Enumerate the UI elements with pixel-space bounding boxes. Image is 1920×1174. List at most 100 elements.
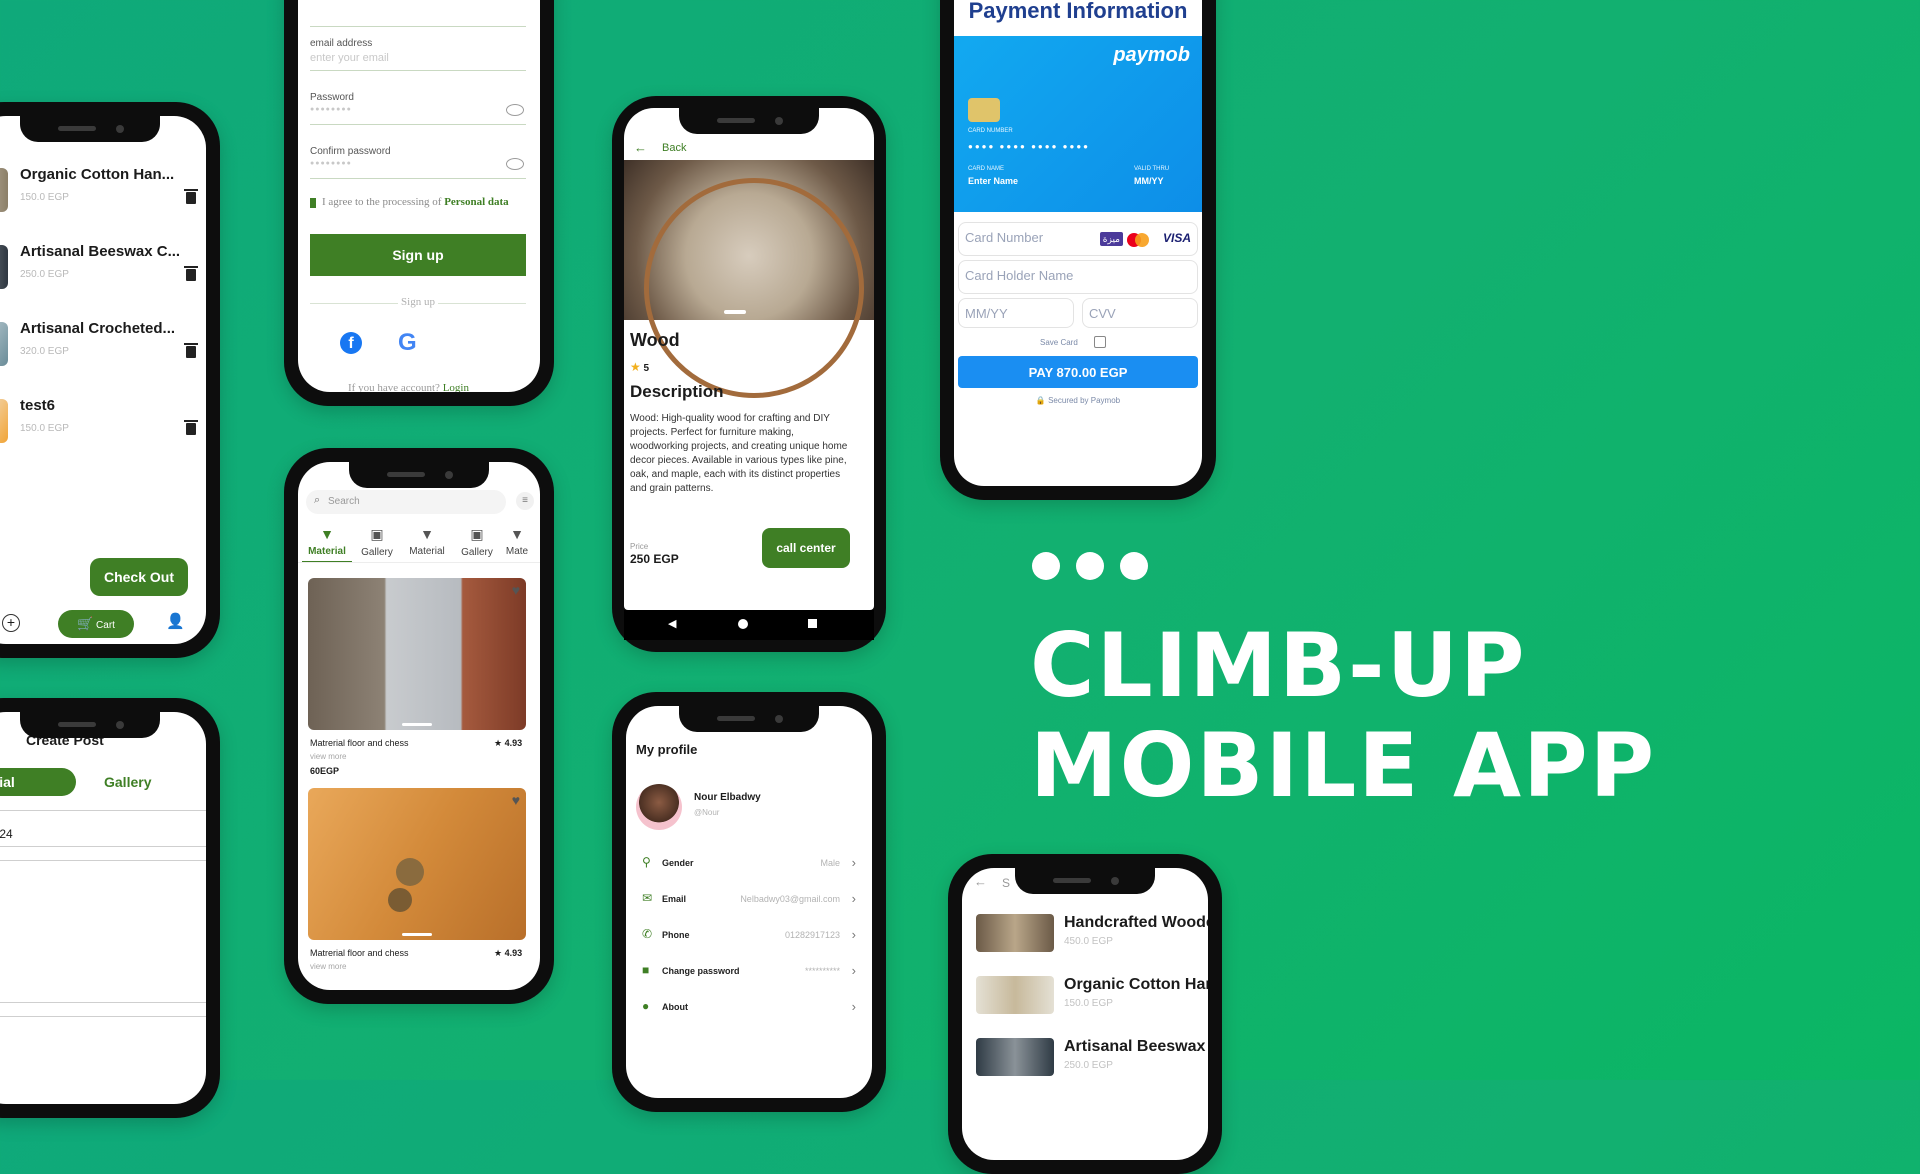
product-image[interactable]: ♥	[308, 788, 526, 940]
heart-icon[interactable]: ♥	[512, 792, 520, 808]
profile-row-change-password[interactable]: ■ Change password ********** ›	[642, 962, 858, 982]
category-material[interactable]: ▼ Material	[402, 526, 452, 557]
filter-icon[interactable]: ≡	[516, 492, 534, 510]
facebook-icon[interactable]: f	[340, 332, 362, 354]
back-arrow-icon[interactable]: ←	[634, 140, 647, 155]
call-center-button[interactable]: call center	[762, 528, 850, 568]
add-icon[interactable]: +	[2, 614, 20, 632]
product-list-phone: ← S Handcrafted Woode 450.0 EGP Organic …	[948, 854, 1222, 1174]
card-name-caption: CARD NAME	[968, 166, 1005, 172]
decor-shape	[396, 858, 424, 886]
password-label: Password	[310, 92, 354, 103]
leaf-icon: ▼	[320, 526, 334, 542]
heart-icon[interactable]: ♥	[512, 582, 520, 598]
expiry-input[interactable]: MM/YY	[958, 298, 1074, 328]
product-image[interactable]: ♥	[308, 578, 526, 730]
login-link[interactable]: Login	[443, 382, 469, 392]
trash-icon[interactable]	[184, 189, 198, 204]
confirm-password-field[interactable]: ●●●●●●●●	[310, 160, 352, 167]
product-name: Matrerial floor and chess	[310, 948, 409, 958]
google-icon[interactable]: G	[398, 329, 417, 357]
personal-data-link[interactable]: Personal data	[444, 196, 508, 208]
category-gallery[interactable]: ▣ Gallery	[352, 526, 402, 558]
profile-name: Nour Elbadwy	[694, 792, 761, 803]
signup-button[interactable]: Sign up	[310, 234, 526, 276]
cart-screen: Organic Cotton Han... 150.0 EGP Artisana…	[0, 116, 206, 644]
hoop-shape	[644, 178, 864, 398]
eye-icon[interactable]	[506, 104, 524, 116]
list-item-image	[976, 1038, 1054, 1076]
password-field[interactable]: ●●●●●●●●	[310, 106, 352, 113]
save-card-checkbox[interactable]	[1094, 336, 1106, 348]
list-item-name: Artisanal Beeswax C	[1064, 1038, 1208, 1055]
avatar[interactable]	[636, 784, 682, 830]
search-input[interactable]: S	[1002, 876, 1010, 890]
back-arrow-icon[interactable]: ←	[974, 874, 987, 889]
tab-material[interactable]: erial	[0, 768, 76, 796]
tab-gallery[interactable]: Gallery	[104, 774, 151, 790]
search-icon: ⌕	[314, 494, 321, 506]
view-more-link[interactable]: view more	[310, 752, 346, 761]
agree-checkbox[interactable]	[310, 198, 316, 208]
chevron-right-icon: ›	[851, 999, 856, 1014]
divider	[310, 124, 526, 125]
android-nav-bar: ◀	[624, 610, 874, 640]
nav-home-icon[interactable]	[738, 619, 748, 629]
card-name-value: Enter Name	[968, 176, 1019, 186]
nav-back-icon[interactable]: ◀	[668, 617, 676, 630]
dot	[1076, 552, 1104, 580]
profile-row-gender[interactable]: ⚲ Gender Male ›	[642, 854, 858, 874]
cart-item-image	[0, 322, 8, 366]
cart-phone: Organic Cotton Han... 150.0 EGP Artisana…	[0, 102, 220, 658]
product-detail-phone: ← Back Wood ★ 5 Description Wood: High-q…	[612, 96, 886, 652]
pay-button[interactable]: PAY 870.00 EGP	[958, 356, 1198, 388]
checkout-button[interactable]: Check Out	[90, 558, 188, 596]
card-holder-input[interactable]: Card Holder Name	[958, 260, 1198, 294]
create-post-phone: Create Post erial Gallery ne 2024	[0, 698, 220, 1118]
cart-item-price: 150.0 EGP	[20, 192, 69, 203]
cart-item[interactable]: Artisanal Crocheted... 320.0 EGP	[0, 314, 206, 384]
profile-row-email[interactable]: ✉ Email Nelbadwy03@gmail.com ›	[642, 890, 858, 910]
phone-icon: ✆	[642, 927, 653, 941]
search-input[interactable]: Search	[328, 496, 360, 507]
profile-row-phone[interactable]: ✆ Phone 01282917123 ›	[642, 926, 858, 946]
category-gallery[interactable]: ▣ Gallery	[452, 526, 502, 558]
nav-cart-button[interactable]: 🛒 Cart	[58, 610, 134, 638]
back-button[interactable]: Back	[662, 142, 686, 154]
gallery-icon: ▣	[470, 526, 484, 542]
browse-phone: ⌕ Search ≡ ▼ Material ▣ Gallery ▼ Materi…	[284, 448, 554, 1004]
cart-item[interactable]: Artisanal Beeswax C... 250.0 EGP	[0, 237, 206, 307]
price-label: Price	[630, 542, 649, 551]
cart-item-price: 150.0 EGP	[20, 423, 69, 434]
nav-recents-icon[interactable]	[808, 619, 817, 628]
trash-icon[interactable]	[184, 343, 198, 358]
product-rating: ★ 4.93	[494, 948, 523, 958]
field-value[interactable]: 2024	[0, 827, 13, 841]
list-item[interactable]: Handcrafted Woode 450.0 EGP	[976, 908, 1208, 964]
cvv-input[interactable]: CVV	[1082, 298, 1198, 328]
cart-item[interactable]: Organic Cotton Han... 150.0 EGP	[0, 160, 206, 230]
email-field[interactable]: enter your email	[310, 52, 389, 64]
view-more-link[interactable]: view more	[310, 962, 346, 971]
agree-label: I agree to the processing of	[322, 196, 442, 208]
payment-phone: Payment Information paymob CARD NUMBER ●…	[940, 0, 1216, 500]
trash-icon[interactable]	[184, 266, 198, 281]
cart-item[interactable]: test6 150.0 EGP	[0, 391, 206, 461]
divider	[0, 1016, 206, 1017]
card-number-input[interactable]: Card Number ميزة VISA	[958, 222, 1198, 256]
product-rating: ★ 5	[630, 360, 650, 374]
product-image[interactable]	[624, 160, 874, 398]
profile-row-about[interactable]: ● About ›	[642, 998, 858, 1018]
trash-icon[interactable]	[184, 420, 198, 435]
mail-icon: ✉	[642, 891, 653, 905]
payment-title: Payment Information	[968, 0, 1188, 23]
user-icon[interactable]: 👤	[166, 612, 185, 630]
eye-icon[interactable]	[506, 158, 524, 170]
search-bar[interactable]: ⌕ Search	[306, 490, 506, 514]
category-material[interactable]: ▼ Material	[302, 526, 352, 563]
leaf-icon: ▼	[510, 526, 524, 542]
list-item[interactable]: Organic Cotton Hand 150.0 EGP	[976, 970, 1208, 1026]
phone-notch	[679, 706, 819, 732]
category-material[interactable]: ▼ Mate	[502, 526, 532, 557]
divider	[0, 810, 206, 811]
